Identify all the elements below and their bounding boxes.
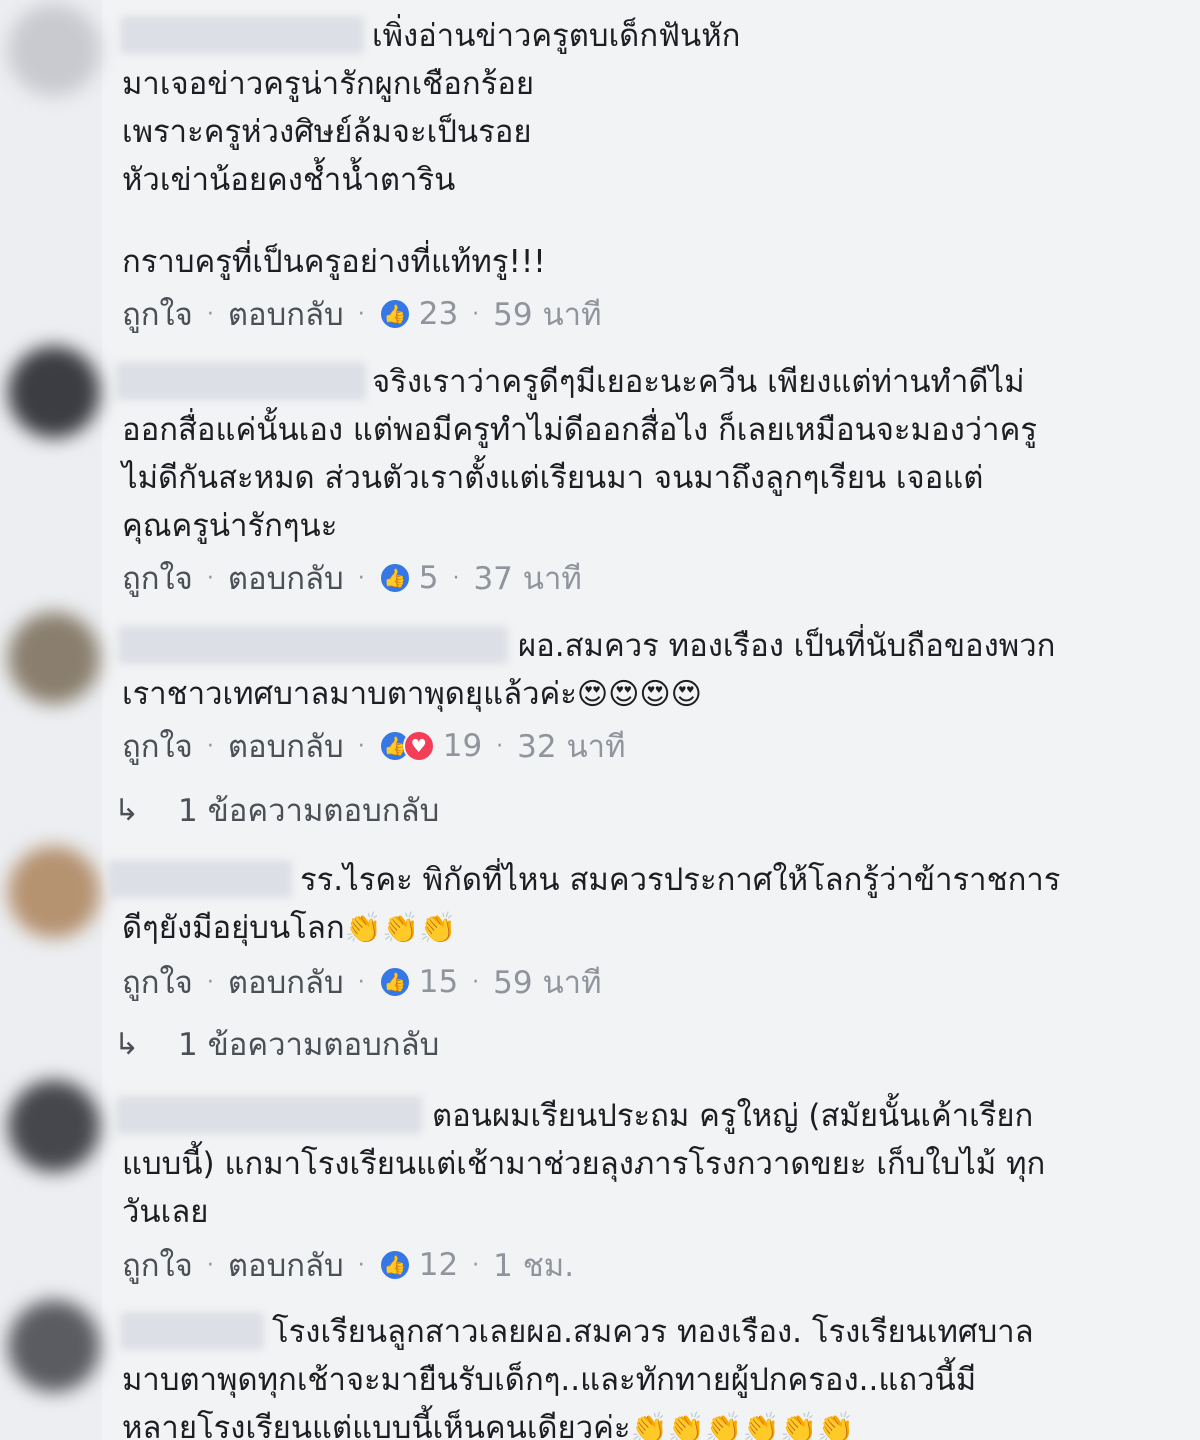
love-reaction-icon[interactable]: ♥ <box>402 730 435 762</box>
separator: · <box>357 1252 365 1278</box>
comment-actions: ถูกใจ · ตอบกลับ · 👍 5 · 37 นาที <box>122 558 582 598</box>
separator: · <box>452 565 460 591</box>
like-link[interactable]: ถูกใจ <box>122 957 193 1007</box>
separator: · <box>206 1252 214 1278</box>
separator: · <box>357 301 365 327</box>
comment-text-line: จริงเราว่าครูดีๆมีเยอะนะควีน เพียงแต่ท่า… <box>372 364 1025 400</box>
comment-text-line: ตอนผมเรียนประถม ครูใหญ่ (สมัยนั้นเค้าเรี… <box>432 1098 1034 1134</box>
avatar[interactable] <box>8 4 100 96</box>
separator: · <box>206 301 214 327</box>
comment-actions: ถูกใจ · ตอบกลับ · 👍 23 · 59 นาที <box>122 294 602 334</box>
separator: · <box>357 565 365 591</box>
avatar[interactable] <box>8 846 100 938</box>
separator: · <box>472 1252 480 1278</box>
comment-text-line: ผอ.สมควร ทองเรือง เป็นที่นับถือของพวก <box>518 628 1056 664</box>
comment-text: หลายโรงเรียนแต่แบบนี้เห็นคนเดียวค่ะ <box>122 1410 631 1440</box>
comment-text: ดีๆยังมีอยุ่บนโลก <box>122 910 345 946</box>
reaction-count[interactable]: 23 <box>419 296 458 332</box>
reaction-count[interactable]: 15 <box>419 964 458 1000</box>
view-replies-link[interactable]: ↳ 1 ข้อความตอบกลับ <box>114 1024 439 1064</box>
comment-text-line: หลายโรงเรียนแต่แบบนี้เห็นคนเดียวค่ะ👏👏👏👏👏… <box>122 1404 855 1440</box>
reply-arrow-icon: ↳ <box>114 1026 140 1062</box>
reply-link[interactable]: ตอบกลับ <box>228 553 344 603</box>
timestamp[interactable]: 32 นาที <box>517 721 625 771</box>
like-link[interactable]: ถูกใจ <box>122 721 193 771</box>
like-reaction-icon[interactable]: 👍 <box>378 1249 411 1281</box>
comment-actions: ถูกใจ · ตอบกลับ · 👍 12 · 1 ชม. <box>122 1245 574 1285</box>
comment-actions: ถูกใจ · ตอบกลับ · 👍 15 · 59 นาที <box>122 962 602 1002</box>
view-replies-link[interactable]: ↳ 1 ข้อความตอบกลับ <box>114 790 439 830</box>
separator: · <box>472 969 480 995</box>
comment-text-line: เราชาวเทศบาลมาบตาพุดยุแล้วค่ะ😍😍😍😍 <box>122 670 702 719</box>
like-reaction-icon[interactable]: 👍 <box>378 298 411 330</box>
reply-link[interactable]: ตอบกลับ <box>228 721 344 771</box>
reply-link[interactable]: ตอบกลับ <box>228 1240 344 1290</box>
comment-actions: ถูกใจ · ตอบกลับ · 👍 ♥ 19 · 32 นาที <box>122 726 626 766</box>
like-reaction-icon[interactable]: 👍 <box>378 562 411 594</box>
replies-count-label[interactable]: 1 ข้อความตอบกลับ <box>178 785 439 835</box>
commenter-name-blurred[interactable] <box>108 860 292 898</box>
heart-eyes-emoji: 😍😍😍😍 <box>576 677 702 712</box>
comment-text-line: มาบตาพุดทุกเช้าจะมายืนรับเด็กๆ..และทักทา… <box>122 1362 977 1398</box>
clapping-emoji: 👏👏👏👏👏👏 <box>630 1411 855 1440</box>
comment-text-line: เพราะครูห่วงศิษย์ล้มจะเป็นรอย <box>122 114 532 150</box>
timestamp[interactable]: 59 นาที <box>493 289 601 339</box>
separator: · <box>472 301 480 327</box>
comment-text-line: วันเลย <box>122 1194 209 1230</box>
separator: · <box>206 969 214 995</box>
comment-text-line: แบบนี้) แกมาโรงเรียนแต่เช้ามาช่วยลุงภารโ… <box>122 1146 1046 1182</box>
comment-text-line: ดีๆยังมีอยุ่บนโลก👏👏👏 <box>122 904 457 953</box>
avatar[interactable] <box>8 612 100 704</box>
avatar[interactable] <box>8 1300 100 1392</box>
commenter-name-blurred[interactable] <box>120 16 364 54</box>
avatar[interactable] <box>8 346 100 438</box>
timestamp[interactable]: 1 ชม. <box>493 1240 574 1290</box>
comment-text-line: กราบครูที่เป็นครูอย่างที่แท้ทรู!!! <box>122 244 546 280</box>
comment-text-line: หัวเข่าน้อยคงช้ำน้ำตาริน <box>122 162 456 198</box>
timestamp[interactable]: 37 นาที <box>473 553 581 603</box>
reply-link[interactable]: ตอบกลับ <box>228 957 344 1007</box>
reply-link[interactable]: ตอบกลับ <box>228 289 344 339</box>
like-link[interactable]: ถูกใจ <box>122 289 193 339</box>
commenter-name-blurred[interactable] <box>118 626 508 664</box>
timestamp[interactable]: 59 นาที <box>493 957 601 1007</box>
comment-text-line: โรงเรียนลูกสาวเลยผอ.สมควร ทองเรือง. โรงเ… <box>272 1314 1034 1350</box>
reply-arrow-icon: ↳ <box>114 792 140 828</box>
reaction-count[interactable]: 19 <box>443 728 482 764</box>
avatar-gutter <box>0 0 102 1440</box>
separator: · <box>206 733 214 759</box>
comment-text-line: รร.ไรคะ พิกัดที่ไหน สมควรประกาศให้โลกรู้… <box>300 862 1061 898</box>
clapping-emoji: 👏👏👏 <box>344 911 457 946</box>
comment-text: เราชาวเทศบาลมาบตาพุดยุแล้วค่ะ <box>122 676 577 712</box>
comment-text-line: ออกสื่อแค่นั้นเอง แต่พอมีครูทำไม่ดีออกสื… <box>122 412 1037 448</box>
reaction-count[interactable]: 12 <box>419 1247 458 1283</box>
comment-text-line: เพิ่งอ่านข่าวครูตบเด็กฟันหัก <box>372 18 741 54</box>
like-link[interactable]: ถูกใจ <box>122 1240 193 1290</box>
comment-text-line: ไม่ดีกันสะหมด ส่วนตัวเราตั้งแต่เรียนมา จ… <box>122 460 984 496</box>
separator: · <box>206 565 214 591</box>
replies-count-label[interactable]: 1 ข้อความตอบกลับ <box>178 1019 439 1069</box>
commenter-name-blurred[interactable] <box>116 362 366 400</box>
comment-thread: เพิ่งอ่านข่าวครูตบเด็กฟันหัก มาเจอข่าวคร… <box>0 0 1200 1440</box>
separator: · <box>357 733 365 759</box>
reaction-count[interactable]: 5 <box>419 560 439 596</box>
separator: · <box>496 733 504 759</box>
separator: · <box>357 969 365 995</box>
commenter-name-blurred[interactable] <box>116 1096 422 1134</box>
commenter-name-blurred[interactable] <box>120 1312 264 1350</box>
like-link[interactable]: ถูกใจ <box>122 553 193 603</box>
comment-text-line: มาเจอข่าวครูน่ารักผูกเชือกร้อย <box>122 66 535 102</box>
avatar[interactable] <box>8 1080 100 1172</box>
like-reaction-icon[interactable]: 👍 <box>378 966 411 998</box>
comment-text-line: คุณครูน่ารักๆนะ <box>122 508 338 544</box>
